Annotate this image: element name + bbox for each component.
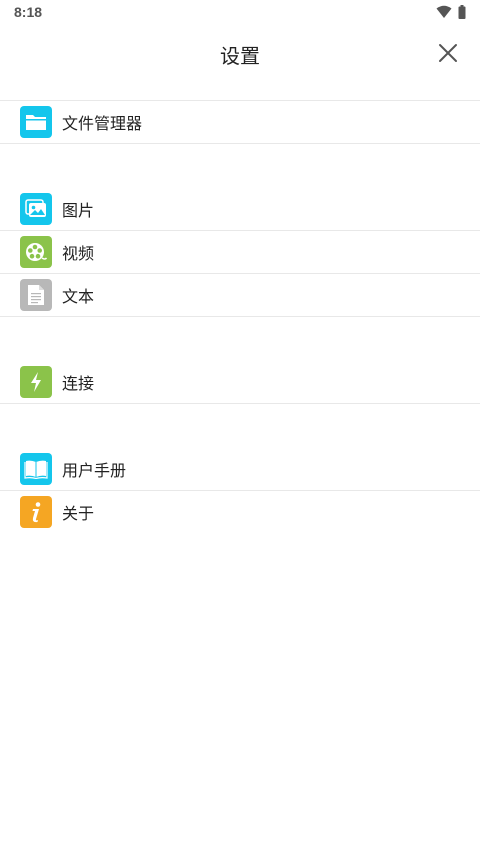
menu-item-images[interactable]: 图片 — [0, 188, 480, 230]
lightning-icon — [20, 366, 52, 398]
status-icons — [436, 4, 466, 23]
menu-item-video[interactable]: 视频 — [0, 231, 480, 273]
menu-item-about[interactable]: 关于 — [0, 491, 480, 533]
menu-item-label: 文件管理器 — [62, 114, 143, 133]
menu-item-label: 图片 — [62, 201, 95, 220]
menu-item-user-manual[interactable]: 用户手册 — [0, 448, 480, 490]
settings-list: 文件管理器 图片 视频 文本 连接 用户手册 关于 — [0, 100, 480, 533]
close-button[interactable] — [436, 41, 460, 65]
page-title: 设置 — [220, 44, 260, 68]
document-icon — [20, 279, 52, 311]
wifi-icon — [436, 4, 452, 23]
header: 设置 — [0, 26, 480, 82]
menu-item-label: 关于 — [62, 504, 95, 523]
menu-item-connect[interactable]: 连接 — [0, 361, 480, 403]
menu-item-text[interactable]: 文本 — [0, 274, 480, 316]
status-bar: 8:18 — [0, 0, 480, 24]
folder-icon — [20, 106, 52, 138]
status-time: 8:18 — [14, 4, 43, 20]
film-reel-icon — [20, 236, 52, 268]
battery-icon — [458, 4, 466, 23]
menu-item-label: 文本 — [62, 287, 95, 306]
info-icon — [20, 496, 52, 528]
menu-item-label: 连接 — [62, 374, 95, 393]
menu-item-file-manager[interactable]: 文件管理器 — [0, 101, 480, 143]
close-icon — [436, 44, 460, 69]
image-icon — [20, 193, 52, 225]
menu-item-label: 用户手册 — [62, 461, 127, 480]
menu-item-label: 视频 — [62, 244, 95, 263]
book-icon — [20, 453, 52, 485]
